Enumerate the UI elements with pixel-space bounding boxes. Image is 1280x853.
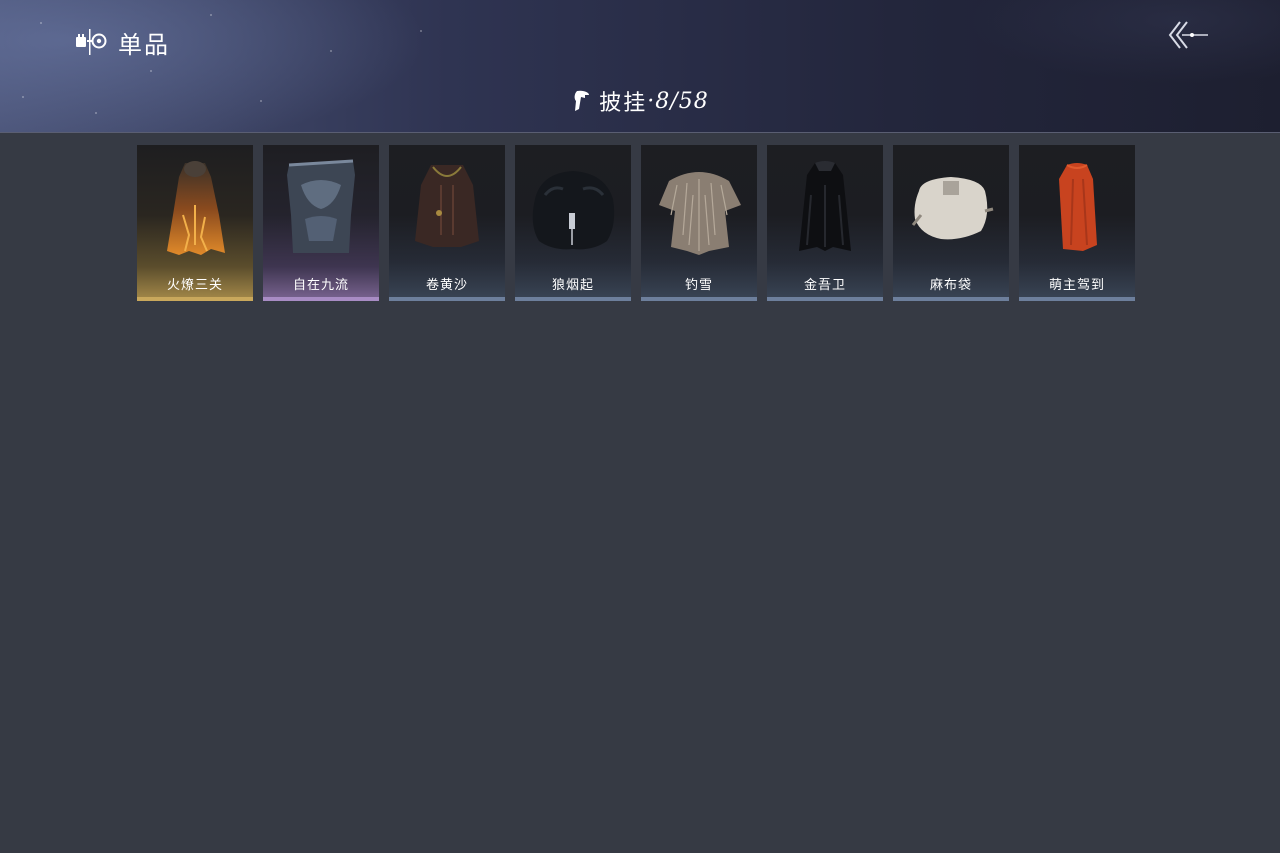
item-name: 狼烟起 [551,278,594,293]
sack-icon [911,177,994,240]
item-card[interactable]: 金吾卫 [767,145,883,301]
category-count: ·8/58 [647,88,709,114]
back-arrow-icon [1168,21,1208,49]
item-card[interactable]: 卷黄沙 [389,145,505,301]
cape-icon [574,90,590,111]
fur-cape-icon [532,171,615,250]
item-name: 钓雪 [684,278,713,293]
item-card[interactable]: 火燎三关 [137,145,253,301]
item-card[interactable]: 狼烟起 [515,145,631,301]
item-grid: 火燎三关 自在九流 卷黄沙 狼烟起 钓雪 金吾卫 麻布袋 萌主驾到 [137,145,1135,301]
black-cloak-icon [799,161,851,251]
item-name: 自在九流 [292,278,349,293]
fire-cape-icon [167,161,225,255]
cosmetics-icon [76,29,107,55]
item-card[interactable]: 钓雪 [641,145,757,301]
section-title: 单品 [74,26,170,59]
item-card[interactable]: 麻布袋 [893,145,1009,301]
header-bar: 单品 披挂 ·8/58 [0,0,1280,133]
item-name: 萌主驾到 [1048,278,1105,293]
category-title: 披挂 ·8/58 [0,86,1280,116]
dark-cloak-icon [415,165,479,247]
item-card[interactable]: 自在九流 [263,145,379,301]
ornate-cape-icon [287,159,355,253]
section-label: 单品 [118,30,170,59]
item-name: 卷黄沙 [425,278,468,293]
item-card[interactable]: 萌主驾到 [1019,145,1135,301]
red-cape-icon [1059,163,1097,251]
straw-cape-icon [659,172,741,255]
category-name: 披挂 [599,91,648,116]
back-button[interactable] [1166,18,1210,52]
item-name: 麻布袋 [929,278,972,293]
item-name: 金吾卫 [803,278,846,293]
item-name: 火燎三关 [166,278,223,293]
